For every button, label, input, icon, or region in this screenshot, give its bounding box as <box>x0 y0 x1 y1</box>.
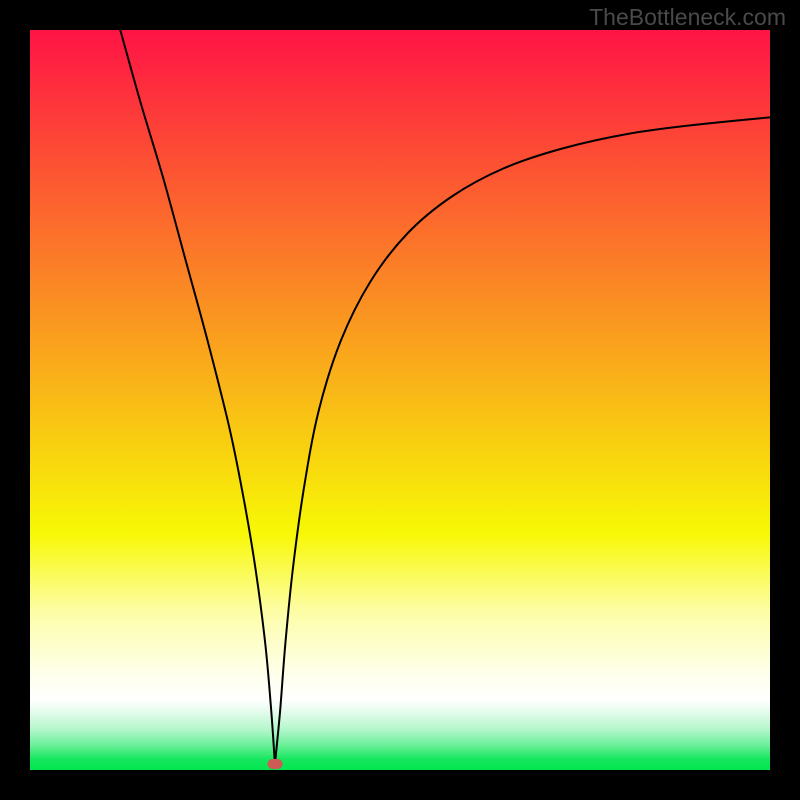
plot-area <box>30 30 770 770</box>
bottleneck-curve <box>30 30 770 770</box>
curve-path <box>120 30 770 764</box>
chart-frame: TheBottleneck.com <box>0 0 800 800</box>
watermark-text: TheBottleneck.com <box>589 4 786 31</box>
optimum-marker <box>267 759 282 769</box>
